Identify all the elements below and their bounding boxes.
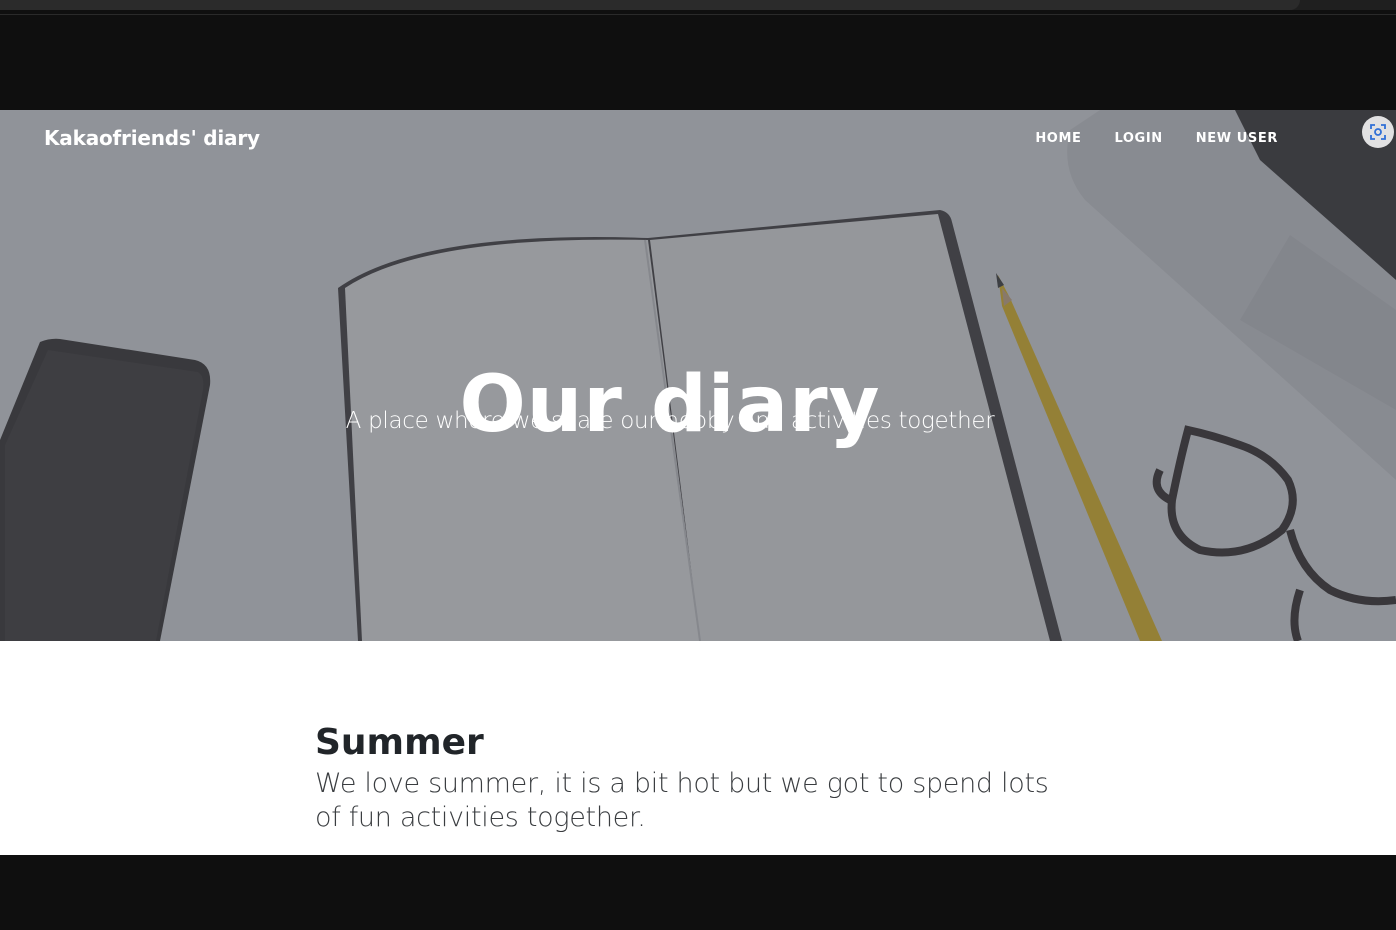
hero-title: Our diary [459,360,881,451]
nav-home-link[interactable]: HOME [1035,131,1081,146]
browser-tab-bar [0,0,1300,10]
post-title[interactable]: Summer [315,721,1055,765]
brand-link[interactable]: Kakaofriends' diary [44,126,260,150]
screen-capture-icon[interactable] [1362,116,1394,148]
divider [0,14,1396,15]
nav-links: HOME LOGIN NEW USER [1035,131,1278,146]
hero-header: Kakaofriends' diary HOME LOGIN NEW USER … [0,110,1396,641]
bottom-dark-area [0,855,1396,930]
nav-login-link[interactable]: LOGIN [1114,131,1162,146]
page-viewport: Kakaofriends' diary HOME LOGIN NEW USER … [0,110,1396,855]
hero-subtitle: A place where we share our hobby and act… [345,408,995,434]
browser-top-strip [0,0,1396,15]
post-subtitle[interactable]: We love summer, it is a bit hot but we g… [315,767,1055,835]
top-navbar: Kakaofriends' diary HOME LOGIN NEW USER [0,110,1396,168]
post-preview[interactable]: Summer We love summer, it is a bit hot b… [315,721,1055,835]
nav-new-user-link[interactable]: NEW USER [1196,131,1278,146]
